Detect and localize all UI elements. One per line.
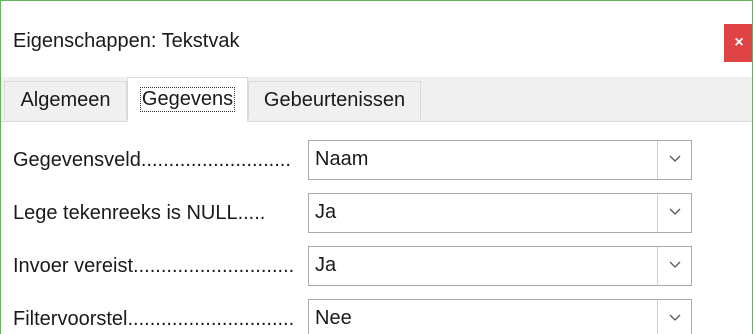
tab-algemeen[interactable]: Algemeen xyxy=(4,81,127,119)
tab-gegevens[interactable]: Gegevens xyxy=(127,77,248,122)
invoer-vereist-select[interactable]: Ja xyxy=(308,246,692,286)
select-value: Naam xyxy=(315,148,369,170)
tab-label: Gegevens xyxy=(139,87,236,112)
select-divider xyxy=(657,300,658,334)
close-icon: × xyxy=(734,34,744,51)
tab-gebeurtenissen[interactable]: Gebeurtenissen xyxy=(248,81,421,119)
select-value: Nee xyxy=(315,307,352,329)
select-value: Ja xyxy=(315,201,337,223)
chevron-down-icon[interactable] xyxy=(665,202,685,222)
select-divider xyxy=(657,247,658,285)
lege-tekenreeks-select[interactable]: Ja xyxy=(308,193,692,233)
field-label-gegevensveld: Gegevensveld........................... xyxy=(13,149,291,171)
chevron-down-icon[interactable] xyxy=(665,149,685,169)
chevron-down-icon[interactable] xyxy=(665,308,685,328)
field-label-filtervoorstel: Filtervoorstel..........................… xyxy=(13,308,295,330)
select-divider xyxy=(657,194,658,232)
select-value: Ja xyxy=(315,254,337,276)
field-label-invoer-vereist: Invoer vereist..........................… xyxy=(13,255,295,277)
chevron-down-icon[interactable] xyxy=(665,255,685,275)
filtervoorstel-select[interactable]: Nee xyxy=(308,299,692,334)
select-divider xyxy=(657,141,658,179)
properties-dialog: Eigenschappen: Tekstvak × Algemeen Gegev… xyxy=(0,0,753,334)
gegevensveld-select[interactable]: Naam xyxy=(308,140,692,180)
tab-label: Gebeurtenissen xyxy=(263,89,406,111)
title-bar: Eigenschappen: Tekstvak × xyxy=(1,1,752,77)
window-title: Eigenschappen: Tekstvak xyxy=(13,30,240,52)
close-button[interactable]: × xyxy=(724,24,752,62)
field-label-lege-tekenreeks: Lege tekenreeks is NULL..... xyxy=(13,202,266,224)
tab-label: Algemeen xyxy=(20,89,111,111)
